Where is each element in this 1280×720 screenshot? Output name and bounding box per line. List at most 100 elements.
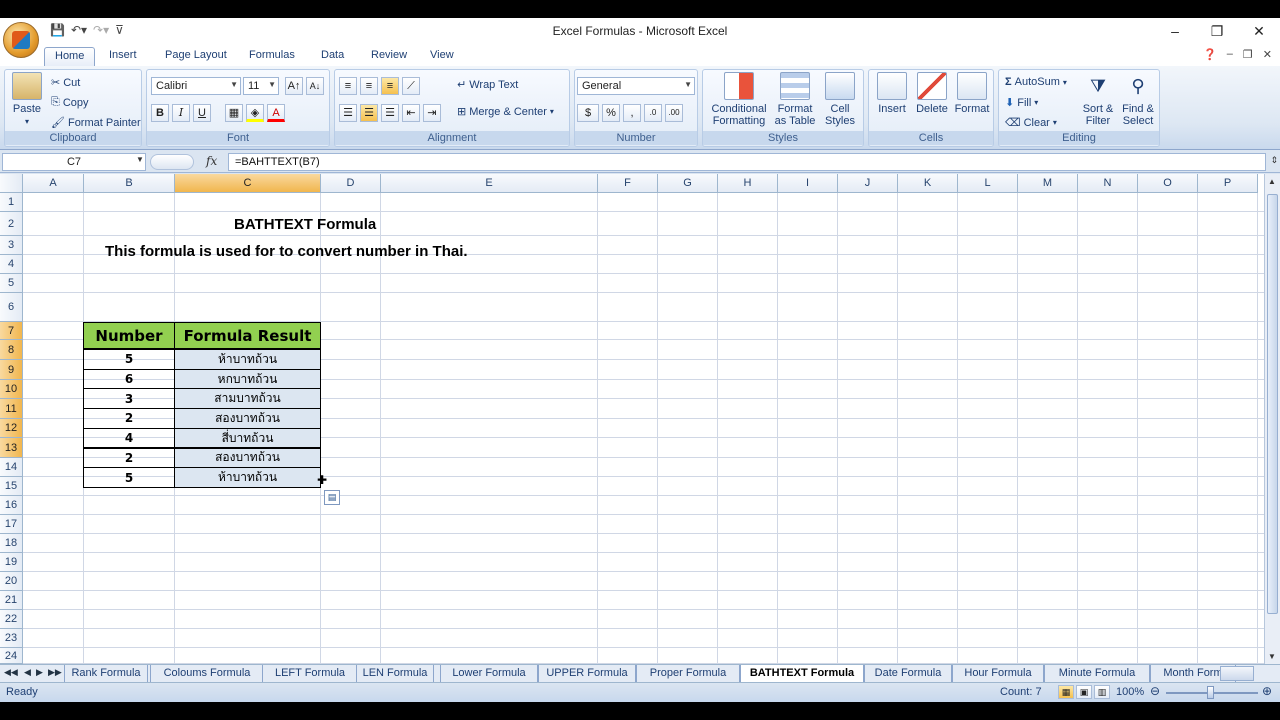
underline-button[interactable]: U (193, 104, 211, 122)
tab-view[interactable]: View (420, 47, 464, 66)
table-cell-formula-result[interactable]: สามบาทถ้วน (174, 388, 321, 410)
workbook-restore-icon[interactable]: ❐ (1243, 48, 1253, 61)
grow-font-icon[interactable]: A↑ (285, 77, 303, 95)
vertical-scrollbar[interactable]: ▲ ▼ (1264, 174, 1280, 664)
font-name-select[interactable]: Calibri ▼ (151, 77, 241, 95)
sheet-tab[interactable]: Minute Formula (1044, 665, 1150, 682)
orientation-icon[interactable]: ⟋ (402, 77, 420, 95)
column-header-j[interactable]: J (838, 174, 898, 193)
minimize-button[interactable]: – (1154, 18, 1196, 44)
row-header-10[interactable]: 10 (0, 380, 23, 399)
column-header-o[interactable]: O (1138, 174, 1198, 193)
bold-button[interactable]: B (151, 104, 169, 122)
column-header-a[interactable]: A (23, 174, 84, 193)
row-header-5[interactable]: 5 (0, 274, 23, 293)
table-cell-number[interactable]: 4 (83, 427, 175, 449)
row-header-23[interactable]: 23 (0, 629, 23, 648)
row-header-22[interactable]: 22 (0, 610, 23, 629)
table-cell-formula-result[interactable]: สองบาทถ้วน (174, 408, 321, 429)
table-header-formula-result[interactable]: Formula Result (174, 322, 321, 349)
fill-button[interactable]: ⬇ Fill ▾ (1005, 96, 1038, 110)
zoom-out-icon[interactable]: ⊖ (1150, 684, 1160, 698)
currency-button[interactable]: $ (577, 104, 599, 122)
format-as-table-button[interactable]: Format as Table (773, 72, 817, 127)
borders-icon[interactable]: ▦ (225, 104, 243, 122)
decrease-decimal-icon[interactable]: .00 (665, 104, 683, 122)
number-format-select[interactable]: General ▼ (577, 77, 695, 95)
insert-cells-button[interactable]: Insert (873, 72, 911, 115)
next-sheet-icon[interactable]: ▶ (36, 667, 43, 678)
row-header-1[interactable]: 1 (0, 193, 23, 212)
row-header-11[interactable]: 11 (0, 399, 23, 419)
table-cell-formula-result[interactable]: หกบาทถ้วน (174, 368, 321, 390)
italic-button[interactable]: I (172, 104, 190, 122)
sheet-tab[interactable]: Rank Formula (64, 665, 148, 682)
align-top-icon[interactable]: ≡ (339, 77, 357, 95)
sheet-tab[interactable]: Coloums Formula (150, 665, 264, 682)
column-header-f[interactable]: F (598, 174, 658, 193)
wrap-text-button[interactable]: ↵ Wrap Text (457, 78, 518, 92)
decrease-indent-icon[interactable]: ⇤ (402, 104, 420, 122)
format-cells-button[interactable]: Format (953, 72, 991, 115)
tab-data[interactable]: Data (311, 47, 354, 66)
fill-color-icon[interactable]: ◈ (246, 104, 264, 122)
row-header-20[interactable]: 20 (0, 572, 23, 591)
table-cell-number[interactable]: 2 (83, 447, 175, 469)
tab-page-layout[interactable]: Page Layout (155, 47, 237, 66)
table-cell-formula-result[interactable]: สองบาทถ้วน (174, 447, 321, 469)
align-left-icon[interactable]: ☰ (339, 104, 357, 122)
horizontal-scrollbar[interactable] (1220, 666, 1254, 681)
row-header-8[interactable]: 8 (0, 340, 23, 360)
workbook-close-icon[interactable]: ✕ (1263, 48, 1272, 61)
name-box[interactable]: C7 (2, 153, 146, 171)
row-header-13[interactable]: 13 (0, 438, 23, 458)
column-header-p[interactable]: P (1198, 174, 1258, 193)
restore-button[interactable]: ❐ (1196, 18, 1238, 44)
scroll-up-icon[interactable]: ▲ (1268, 177, 1276, 186)
zoom-slider-thumb[interactable] (1207, 686, 1214, 699)
sheet-tab[interactable]: UPPER Formula (538, 665, 636, 682)
close-button[interactable]: ✕ (1238, 18, 1280, 44)
font-size-select[interactable]: 11 ▼ (243, 77, 279, 95)
column-header-b[interactable]: B (84, 174, 175, 193)
sheet-tab[interactable]: Date Formula (864, 665, 952, 682)
help-icon[interactable]: ❓ (1203, 48, 1217, 61)
row-header-24[interactable]: 24 (0, 648, 23, 664)
workbook-minimize-icon[interactable]: – (1227, 48, 1233, 61)
column-header-l[interactable]: L (958, 174, 1018, 193)
table-cell-number[interactable]: 6 (83, 368, 175, 390)
row-header-6[interactable]: 6 (0, 293, 23, 322)
column-header-e[interactable]: E (381, 174, 598, 193)
sheet-tab[interactable]: LEN Formula (356, 665, 434, 682)
increase-indent-icon[interactable]: ⇥ (423, 104, 441, 122)
column-header-k[interactable]: K (898, 174, 958, 193)
row-header-3[interactable]: 3 (0, 236, 23, 255)
zoom-level[interactable]: 100% (1116, 686, 1144, 698)
row-header-9[interactable]: 9 (0, 360, 23, 380)
page-layout-view-icon[interactable]: ▣ (1076, 685, 1092, 699)
align-right-icon[interactable]: ☰ (381, 104, 399, 122)
table-cell-formula-result[interactable]: ห้าบาทถ้วน (174, 467, 321, 488)
row-header-2[interactable]: 2 (0, 212, 23, 236)
first-sheet-icon[interactable]: ◀◀ (4, 667, 18, 678)
comma-button[interactable]: , (623, 104, 641, 122)
row-header-4[interactable]: 4 (0, 255, 23, 274)
conditional-formatting-button[interactable]: Conditional Formatting (707, 72, 771, 127)
sheet-tab[interactable]: Proper Formula (636, 665, 740, 682)
shrink-font-icon[interactable]: A↓ (306, 77, 324, 95)
office-button[interactable] (3, 22, 39, 58)
find-select-button[interactable]: ⚲ Find & Select (1119, 72, 1157, 127)
row-header-12[interactable]: 12 (0, 419, 23, 438)
column-header-c[interactable]: C (175, 174, 321, 193)
cell-styles-button[interactable]: Cell Styles (819, 72, 861, 127)
table-header-number[interactable]: Number (83, 322, 175, 349)
merge-center-button[interactable]: ⊞ Merge & Center ▾ (457, 105, 554, 119)
zoom-in-icon[interactable]: ⊕ (1262, 684, 1272, 698)
sheet-tab[interactable]: BATHTEXT Formula (740, 665, 864, 682)
table-cell-number[interactable]: 5 (83, 349, 175, 370)
paste-button[interactable]: Paste ▾ (9, 72, 45, 128)
tab-formulas[interactable]: Formulas (239, 47, 305, 66)
expand-formula-icon[interactable]: ⇕ (1270, 155, 1278, 166)
worksheet-grid[interactable]: ABCDEFGHIJKLMNOP 1 2 3 4 5 6 7 8 9 10 11 12 13 14 15 16… (0, 174, 1264, 664)
tab-insert[interactable]: Insert (99, 47, 147, 66)
